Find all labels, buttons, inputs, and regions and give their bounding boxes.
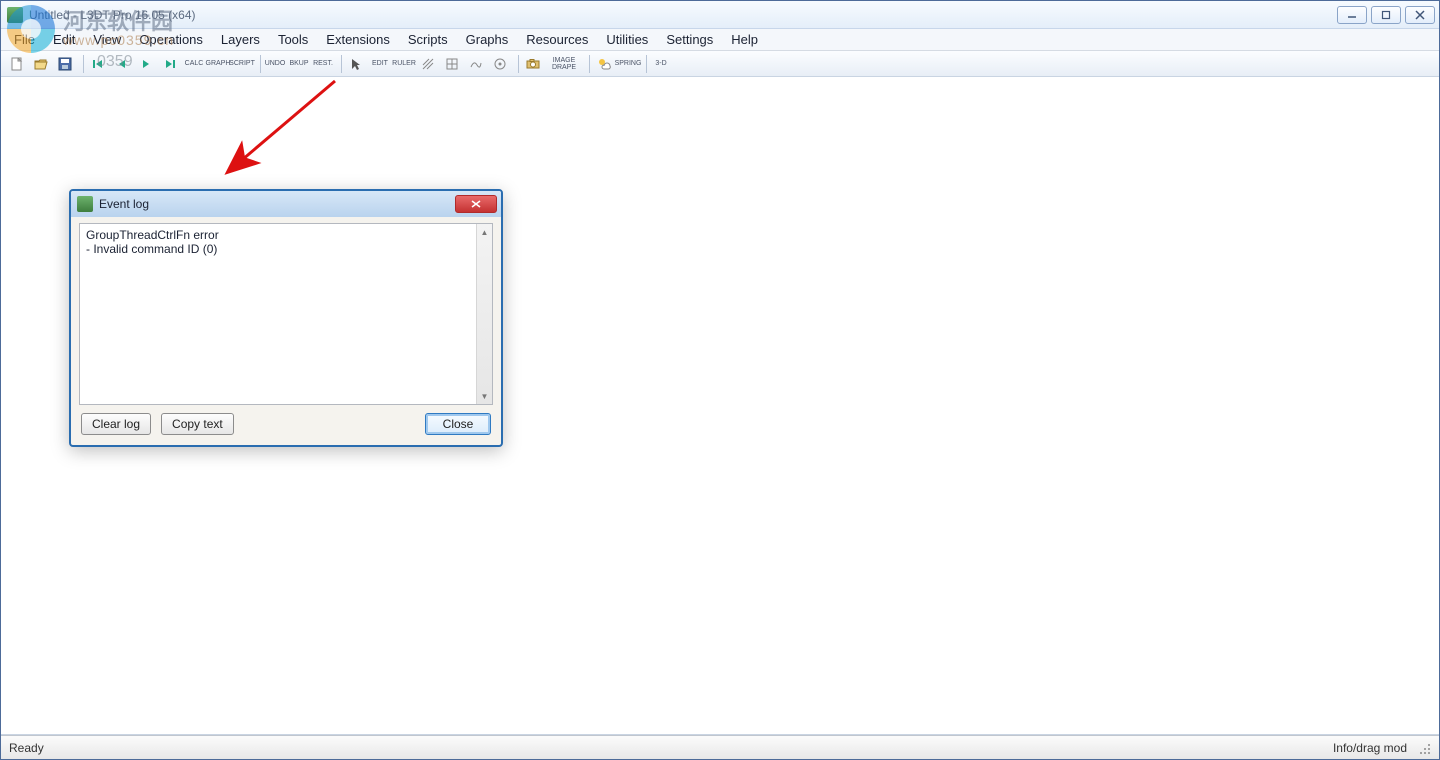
close-dialog-button[interactable]: Close — [425, 413, 491, 435]
menu-settings[interactable]: Settings — [657, 29, 722, 50]
menu-utilities[interactable]: Utilities — [597, 29, 657, 50]
clear-log-button[interactable]: Clear log — [81, 413, 151, 435]
toolbar-separator — [589, 55, 590, 73]
tool2-icon[interactable] — [442, 54, 462, 74]
dialog-title: Event log — [99, 197, 149, 211]
menu-graphs[interactable]: Graphs — [457, 29, 518, 50]
event-log-dialog: Event log GroupThreadCtrlFn error - Inva… — [69, 189, 503, 447]
tool4-icon[interactable] — [490, 54, 510, 74]
graph-text[interactable]: GRAPH — [208, 54, 228, 74]
undo-text[interactable]: UNDO — [265, 54, 285, 74]
watermark-cn: 河东软件园 — [63, 10, 174, 33]
image-drape-text[interactable]: IMAGEDRAPE — [547, 54, 581, 74]
menu-layers[interactable]: Layers — [212, 29, 269, 50]
watermark-logo-icon — [7, 5, 55, 53]
climate-icon[interactable] — [594, 54, 614, 74]
threed-text[interactable]: 3-D — [651, 54, 671, 74]
watermark-overlay: 河东软件园 www.pc0359.cn — [1, 1, 180, 57]
workarea: Event log GroupThreadCtrlFn error - Inva… — [1, 77, 1439, 735]
menu-help[interactable]: Help — [722, 29, 767, 50]
status-right: Info/drag mod — [1333, 741, 1407, 755]
dialog-log-textarea[interactable]: GroupThreadCtrlFn error - Invalid comman… — [79, 223, 493, 405]
resize-grip-icon[interactable] — [1417, 741, 1431, 755]
menu-scripts[interactable]: Scripts — [399, 29, 457, 50]
statusbar: Ready Info/drag mod — [1, 735, 1439, 759]
scroll-down-icon[interactable]: ▼ — [477, 388, 492, 404]
rest-text[interactable]: REST. — [313, 54, 333, 74]
ruler-text[interactable]: RULER — [394, 54, 414, 74]
edit-text[interactable]: EDIT — [370, 54, 390, 74]
menu-tools[interactable]: Tools — [269, 29, 317, 50]
toolbar-separator — [341, 55, 342, 73]
log-line: - Invalid command ID (0) — [86, 242, 486, 256]
camera-icon[interactable] — [523, 54, 543, 74]
script-text[interactable]: SCRIPT — [232, 54, 252, 74]
toolbar: CALCGRAPHSCRIPT UNDOBKUPREST. EDITRULER IMA… — [1, 51, 1439, 77]
minimize-button[interactable] — [1337, 6, 1367, 24]
toolbar-separator — [83, 55, 84, 73]
app-window: 河东软件园 www.pc0359.cn 0359 Untitled - L3DT… — [0, 0, 1440, 760]
menubar: FileEditViewOperationsLayersToolsExtensi… — [1, 29, 1439, 51]
calc-text[interactable]: CALC — [184, 54, 204, 74]
watermark-url: www.pc0359.cn — [63, 33, 174, 48]
toolbar-separator — [518, 55, 519, 73]
dialog-app-icon — [77, 196, 93, 212]
log-line: GroupThreadCtrlFn error — [86, 228, 486, 242]
dialog-titlebar: Event log — [71, 191, 501, 217]
scrollbar[interactable]: ▲ ▼ — [476, 224, 492, 404]
pointer-icon[interactable] — [346, 54, 366, 74]
maximize-button[interactable] — [1371, 6, 1401, 24]
tool3-icon[interactable] — [466, 54, 486, 74]
dialog-close-button[interactable] — [455, 195, 497, 213]
close-button[interactable] — [1405, 6, 1435, 24]
toolbar-separator — [260, 55, 261, 73]
tool1-icon[interactable] — [418, 54, 438, 74]
menu-extensions[interactable]: Extensions — [317, 29, 399, 50]
spring-text[interactable]: SPRING — [618, 54, 638, 74]
status-left: Ready — [9, 741, 44, 755]
scroll-up-icon[interactable]: ▲ — [477, 224, 492, 240]
toolbar-separator — [646, 55, 647, 73]
copy-text-button[interactable]: Copy text — [161, 413, 234, 435]
menu-resources[interactable]: Resources — [517, 29, 597, 50]
bkup-text[interactable]: BKUP — [289, 54, 309, 74]
titlebar: Untitled - L3DT Pro 16.05 (x64) — [1, 1, 1439, 29]
